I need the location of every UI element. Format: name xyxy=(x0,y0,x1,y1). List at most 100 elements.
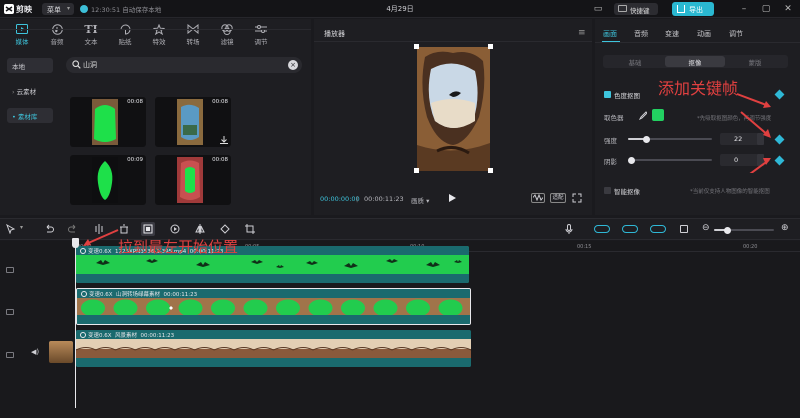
resize-handle[interactable] xyxy=(488,168,493,173)
tab-label: 文本 xyxy=(84,38,98,46)
tab-animation[interactable]: 动画 xyxy=(697,29,711,39)
search-input[interactable]: 山洞 × xyxy=(66,57,302,73)
thumbnail-duration: 00:08 xyxy=(212,99,228,105)
sidebar-item-library[interactable]: • 素材库 xyxy=(7,108,53,123)
monitor-icon[interactable]: ▭ xyxy=(592,3,604,15)
chroma-key-checkbox[interactable] xyxy=(604,91,611,98)
clear-search-icon[interactable]: × xyxy=(288,60,298,70)
shadow-slider-knob[interactable] xyxy=(628,157,635,164)
tab-picture[interactable]: 画面 xyxy=(603,29,617,39)
subtab-keying[interactable]: 抠像 xyxy=(665,56,725,67)
video-preview xyxy=(417,47,490,171)
sidebar-item-local[interactable]: 本地 xyxy=(7,58,53,73)
ratio-button[interactable] xyxy=(531,193,545,203)
tab-audio[interactable]: 音频 xyxy=(40,21,74,47)
fullscreen-icon[interactable] xyxy=(572,193,582,203)
audio-mute-icon[interactable]: ◀) xyxy=(31,348,39,356)
sidebar-item-cloud[interactable]: › 云素材 xyxy=(7,83,53,98)
resize-handle[interactable] xyxy=(414,168,419,173)
tab-label: 调节 xyxy=(254,38,268,46)
track-icon[interactable] xyxy=(6,309,14,315)
intensity-slider-knob[interactable] xyxy=(643,136,650,143)
clip-header: 变速0.6X 山洞转场绿幕素材 00:00:11:23 xyxy=(77,289,470,298)
subtab-basic[interactable]: 基础 xyxy=(605,57,665,67)
main-track-link-icon[interactable] xyxy=(594,225,610,233)
picker-label: 取色器 xyxy=(604,114,624,122)
playhead-handle[interactable] xyxy=(72,238,79,248)
intensity-label: 强度 xyxy=(604,137,617,145)
rotate-icon[interactable] xyxy=(220,224,230,234)
resize-handle[interactable] xyxy=(488,44,493,49)
mirror-icon[interactable] xyxy=(195,224,205,234)
reverse-icon[interactable] xyxy=(170,224,180,234)
tab-audio-props[interactable]: 音频 xyxy=(634,29,648,39)
player-divider xyxy=(314,41,592,42)
ruler-label: 00:15 xyxy=(577,244,592,250)
tab-text[interactable]: TI 文本 xyxy=(74,21,108,47)
microphone-icon[interactable] xyxy=(564,224,574,234)
maximize-icon[interactable]: ▢ xyxy=(760,3,772,15)
download-icon[interactable] xyxy=(220,136,228,144)
shortcut-button[interactable]: 快捷键 xyxy=(614,3,658,15)
playhead[interactable] xyxy=(75,238,76,408)
tab-adjust-props[interactable]: 调节 xyxy=(729,29,743,39)
tab-speed[interactable]: 变速 xyxy=(665,29,679,39)
tab-effects[interactable]: 特效 xyxy=(142,21,176,47)
clip-header: 变速0.6X 风景素材 00:00:11:23 xyxy=(76,330,471,339)
search-query: 山洞 xyxy=(83,61,97,69)
cover-thumbnail[interactable] xyxy=(49,341,73,363)
minimize-icon[interactable]: – xyxy=(738,3,750,15)
search-icon xyxy=(72,60,81,69)
timeline-clip[interactable]: 变速0.6X 风景素材 00:00:11:23 xyxy=(76,330,471,367)
chevron-down-icon[interactable]: ▾ xyxy=(20,224,23,231)
shadow-slider[interactable] xyxy=(628,159,712,161)
resize-handle[interactable] xyxy=(414,44,419,49)
media-thumbnail[interactable]: 00:09 xyxy=(70,155,146,205)
freeze-icon xyxy=(143,224,153,234)
timeline-clip-selected[interactable]: 变速0.6X 山洞转场绿幕素材 00:00:11:23 xyxy=(76,288,471,325)
tab-filter[interactable]: 滤镜 xyxy=(210,21,244,47)
preview-axis-icon[interactable] xyxy=(680,225,688,233)
media-thumbnail[interactable]: 00:08 xyxy=(155,97,231,147)
linkage-icon[interactable] xyxy=(650,225,666,233)
zoom-out-icon[interactable]: ⊖ xyxy=(702,224,710,233)
tab-adjust[interactable]: 调节 xyxy=(244,21,278,47)
fit-button[interactable]: 适配 xyxy=(550,193,566,203)
play-icon[interactable] xyxy=(449,194,456,202)
tab-sticker[interactable]: 贴纸 xyxy=(108,21,142,47)
more-icon[interactable]: ≡ xyxy=(578,29,586,38)
zoom-in-icon[interactable]: ⊕ xyxy=(781,224,789,233)
fit-label: 适配 xyxy=(552,195,564,201)
thumbnail-duration: 00:08 xyxy=(127,99,143,105)
bird-frames xyxy=(96,259,462,268)
track-icon[interactable] xyxy=(6,352,14,358)
delete-icon[interactable] xyxy=(119,224,129,234)
quality-select[interactable]: 画质 ▾ xyxy=(411,195,429,205)
total-timecode: 00:00:11:23 xyxy=(364,195,404,203)
shadow-label: 阴影 xyxy=(604,158,617,166)
tab-media[interactable]: 媒体 xyxy=(5,21,39,47)
eyedropper-icon[interactable] xyxy=(639,111,647,120)
redo-icon[interactable] xyxy=(68,224,78,234)
tab-transition[interactable]: 转场 xyxy=(176,21,210,47)
key-color-swatch[interactable] xyxy=(652,109,664,121)
crop-icon[interactable] xyxy=(245,224,255,234)
subtab-mask[interactable]: 蒙版 xyxy=(725,57,785,67)
select-cursor-icon[interactable] xyxy=(6,224,16,234)
sidebar-item-label: 云素材 xyxy=(16,88,37,96)
media-thumbnail[interactable]: 00:08 xyxy=(155,155,231,205)
export-label: 导出 xyxy=(689,6,703,14)
export-button[interactable]: 导出 xyxy=(672,2,714,16)
close-icon[interactable]: ✕ xyxy=(782,3,794,15)
freeze-frame-button[interactable] xyxy=(141,222,155,236)
track-icon[interactable] xyxy=(6,267,14,273)
bullet-icon: • xyxy=(12,113,16,121)
zoom-slider-knob[interactable] xyxy=(724,227,731,234)
auto-snap-icon[interactable] xyxy=(622,225,638,233)
smart-keying-checkbox[interactable] xyxy=(604,187,611,194)
media-thumbnail[interactable]: 00:08 xyxy=(70,97,146,147)
sidebar-item-label: 本地 xyxy=(12,63,25,71)
undo-icon[interactable] xyxy=(44,224,54,234)
clip-status-icon xyxy=(80,332,86,338)
tab-label: 特效 xyxy=(152,38,166,46)
